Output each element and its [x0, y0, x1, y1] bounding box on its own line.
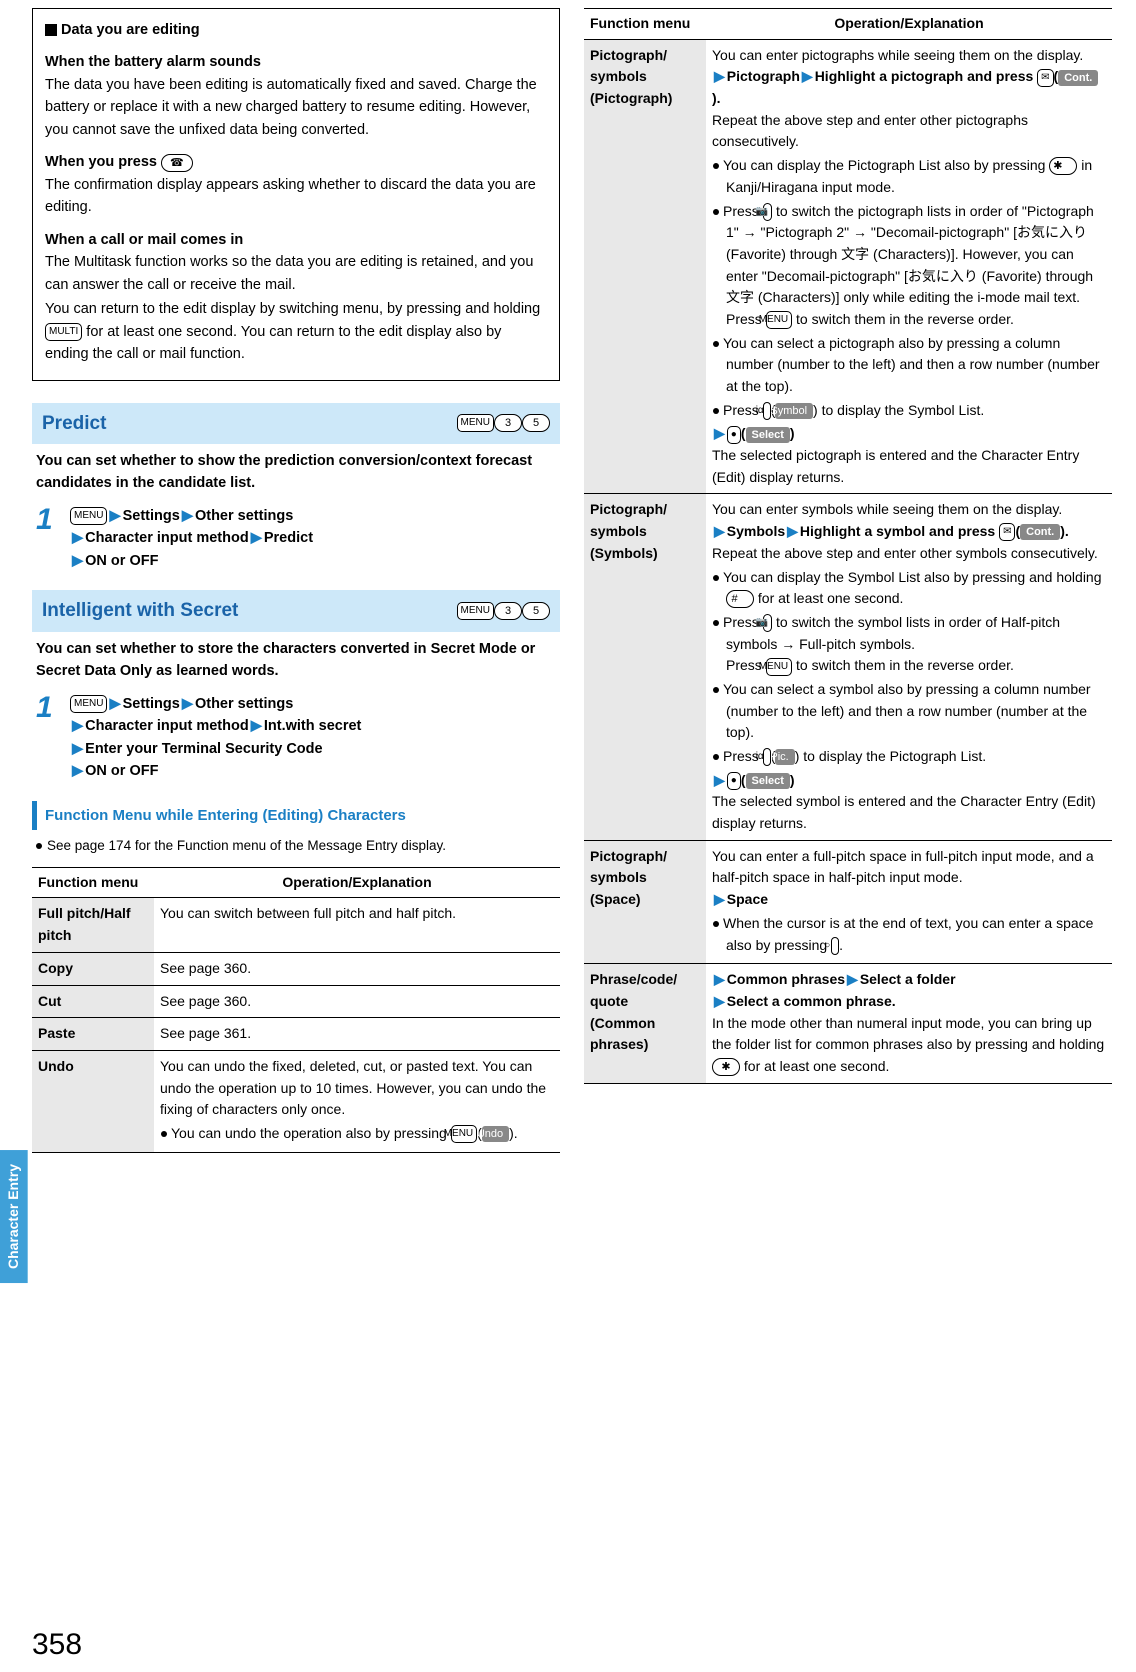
step-number: 1: [36, 693, 60, 783]
arrow-icon: ▶: [712, 772, 727, 788]
arrow-icon: ▶: [712, 68, 727, 84]
symbol-badge: Symbol: [775, 403, 813, 419]
select-badge: Select: [746, 773, 790, 789]
table-row: Undo You can undo the fixed, deleted, cu…: [32, 1050, 560, 1152]
page-number: 358: [32, 1622, 82, 1669]
info-s1-body: The data you have been editing is automa…: [45, 74, 547, 141]
multi-key-icon: MULTI: [45, 323, 82, 341]
mail-key-icon: ✉: [1037, 69, 1053, 87]
table-row: Pictograph/ symbols (Pictograph) You can…: [584, 39, 1112, 494]
arrow-icon: ▶: [785, 523, 800, 539]
camera-key-icon: 📷: [763, 614, 772, 632]
phone-key-icon: ☎: [161, 154, 193, 172]
camera-key-icon: 📷: [763, 203, 772, 221]
right-key-icon: ○: [831, 937, 839, 955]
menu-key-icon: MENU: [457, 602, 494, 620]
arrow-icon: ▶: [180, 508, 195, 524]
table-row: Full pitch/Half pitchYou can switch betw…: [32, 898, 560, 952]
arrow-icon: ▶: [712, 523, 727, 539]
info-s1-title: When the battery alarm sounds: [45, 51, 547, 73]
col-function-menu: Function menu: [584, 9, 706, 40]
arrow-icon: ▶: [249, 530, 264, 546]
info-title: Data you are editing: [61, 22, 200, 38]
col-operation: Operation/Explanation: [154, 867, 560, 898]
menu-key-icon: MENU: [70, 507, 107, 525]
arrow-icon: ▶: [70, 741, 85, 757]
col-function-menu: Function menu: [32, 867, 154, 898]
select-badge: Select: [746, 427, 790, 443]
secret-shortcut: MENU35: [457, 602, 550, 620]
info-s3-body1: The Multitask function works so the data…: [45, 251, 547, 296]
cont-badge: Cont.: [1058, 70, 1098, 86]
center-key-icon: ●: [727, 772, 741, 790]
predict-shortcut: MENU35: [457, 414, 550, 432]
info-s2-body: The confirmation display appears asking …: [45, 174, 547, 219]
key-3-icon: 3: [494, 602, 522, 620]
arrow-icon: ▶: [70, 553, 85, 569]
table-row: Pictograph/ symbols (Space) You can ente…: [584, 840, 1112, 963]
secret-section-head: Intelligent with Secret MENU35: [32, 590, 560, 631]
table-row: Pictograph/ symbols (Symbols) You can en…: [584, 494, 1112, 840]
center-key-icon: ●: [727, 426, 741, 444]
menu-key-icon: MENU: [70, 695, 107, 713]
table-row: PasteSee page 361.: [32, 1018, 560, 1051]
arrow-icon: ▶: [249, 718, 264, 734]
arrow-icon: ▶: [845, 971, 860, 987]
func-menu-heading: Function Menu while Entering (Editing) C…: [32, 801, 560, 830]
arrow-icon: ▶: [70, 530, 85, 546]
arrow-icon: ▶: [712, 425, 727, 441]
arrow-icon: ▶: [107, 508, 122, 524]
arrow-icon: ▶: [70, 718, 85, 734]
key-3-icon: 3: [494, 414, 522, 432]
menu-key-icon: MENU: [766, 311, 792, 329]
arrow-icon: ▶: [800, 68, 815, 84]
arrow-icon: ▶: [712, 891, 727, 907]
arrow-icon: ▶: [180, 696, 195, 712]
func-note: See page 174 for the Function menu of th…: [32, 836, 560, 867]
info-s3-title: When a call or mail comes in: [45, 229, 547, 251]
table-row: CutSee page 360.: [32, 985, 560, 1018]
key-5-icon: 5: [522, 414, 550, 432]
star-key-icon: ✱: [1049, 157, 1077, 175]
menu-key-icon: MENU: [766, 658, 792, 676]
predict-section-head: Predict MENU35: [32, 403, 560, 444]
mail-key-icon: ✉: [999, 523, 1015, 541]
table-row: CopySee page 360.: [32, 952, 560, 985]
function-table-left: Function menuOperation/Explanation Full …: [32, 867, 560, 1153]
key-5-icon: 5: [522, 602, 550, 620]
arrow-icon: ▶: [712, 971, 727, 987]
menu-key-icon: MENU: [451, 1125, 477, 1143]
hash-key-icon: #: [726, 590, 754, 608]
pic-badge: Pic.: [775, 749, 794, 765]
secret-lead: You can set whether to store the charact…: [32, 638, 560, 683]
menu-key-icon: MENU: [457, 414, 494, 432]
predict-title: Predict: [42, 409, 106, 438]
arrow-icon: ▶: [70, 763, 85, 779]
info-s2-title: When you press ☎: [45, 151, 547, 173]
step-number: 1: [36, 505, 60, 572]
arrow-icon: ▶: [107, 696, 122, 712]
secret-title: Intelligent with Secret: [42, 596, 238, 625]
predict-step-1: 1 MENU▶Settings▶Other settings ▶Characte…: [32, 505, 560, 572]
side-tab: Character Entry: [0, 1150, 28, 1283]
star-key-icon: ✱: [712, 1058, 740, 1076]
function-table-right: Function menuOperation/Explanation Picto…: [584, 8, 1112, 1084]
predict-lead: You can set whether to show the predicti…: [32, 450, 560, 495]
arrow-icon: ▶: [712, 993, 727, 1009]
undo-badge: Undo: [482, 1126, 509, 1142]
cont-badge: Cont.: [1020, 524, 1060, 540]
info-box: Data you are editing When the battery al…: [32, 8, 560, 381]
secret-step-1: 1 MENU▶Settings▶Other settings ▶Characte…: [32, 693, 560, 783]
info-s3-body2: You can return to the edit display by sw…: [45, 298, 547, 365]
col-operation: Operation/Explanation: [706, 9, 1112, 40]
table-row: Phrase/code/ quote (Common phrases) ▶Com…: [584, 964, 1112, 1083]
